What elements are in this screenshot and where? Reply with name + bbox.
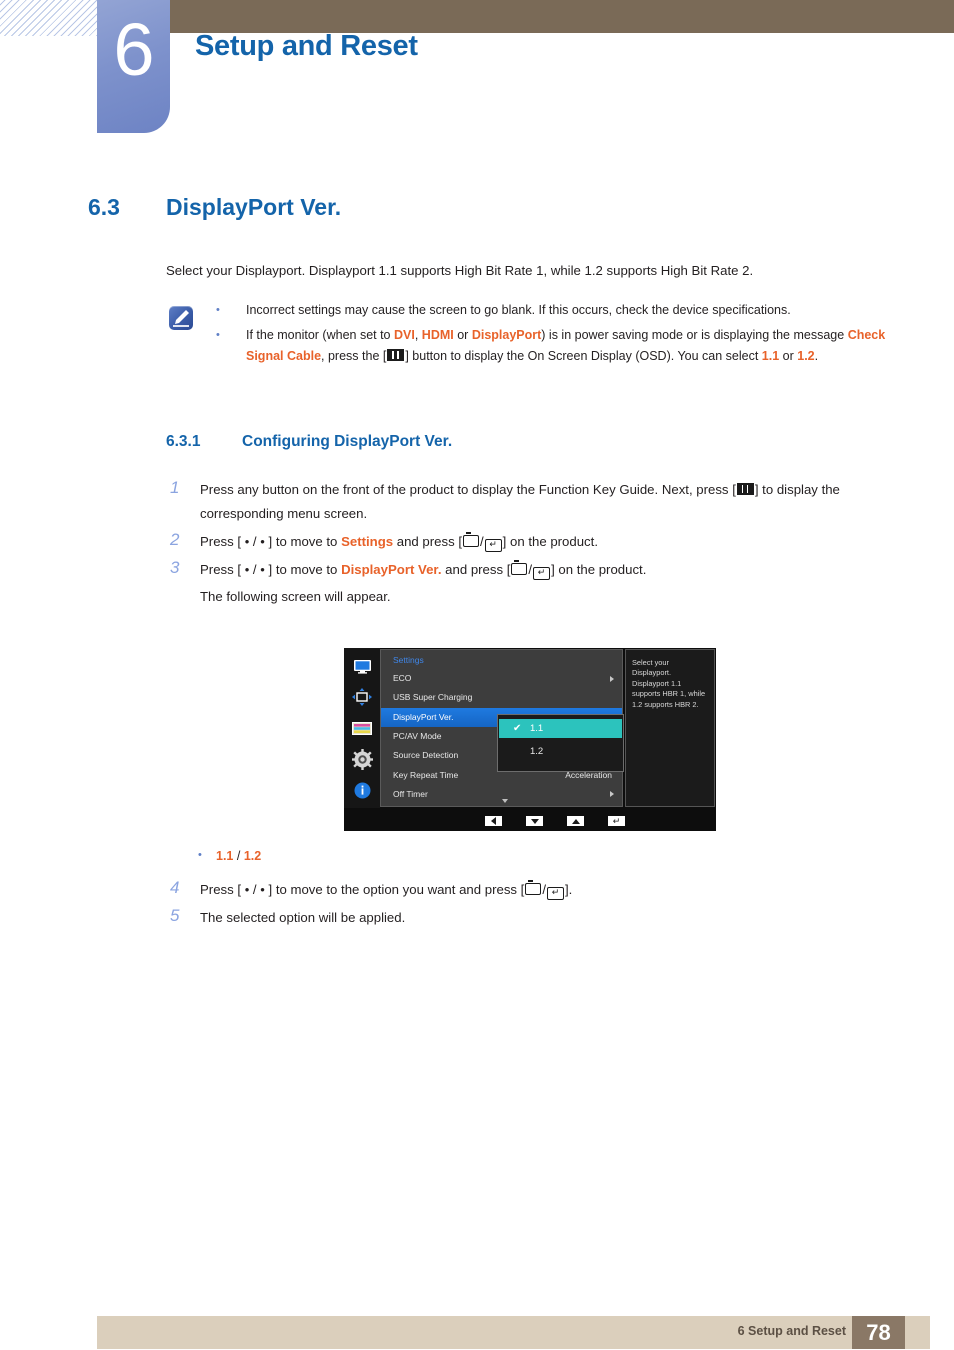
step-subtext: The following screen will appear. (200, 589, 391, 604)
osd-submenu-option-label: 1.1 (530, 723, 544, 734)
highlighted-term: Check Signal Cable (246, 327, 886, 364)
down-arrow-icon (530, 818, 539, 824)
info-icon (344, 774, 380, 806)
note-bullet-text: If the monitor (when set to DVI, HDMI or… (246, 327, 886, 364)
highlighted-term: DisplayPort Ver. (341, 562, 442, 577)
back-key-icon (511, 560, 528, 575)
step-number: 1 (170, 478, 180, 497)
step-number: 4 (170, 878, 180, 897)
osd-description-panel: Select your Displayport. Displayport 1.1… (625, 649, 715, 807)
dot-key-icon: • (244, 534, 250, 549)
osd-menu-title: Settings (393, 655, 424, 665)
back-key-icon (525, 880, 542, 895)
note-block: Incorrect settings may cause the screen … (166, 300, 906, 371)
decorative-hatch-pattern (0, 0, 97, 36)
enter-button[interactable]: ↵ (608, 816, 625, 826)
step-item: 3 Press [ • / • ] to move to DisplayPort … (166, 558, 906, 609)
note-bullet-item: If the monitor (when set to DVI, HDMI or… (166, 325, 906, 368)
highlighted-term: HDMI (421, 327, 454, 342)
note-bullet-text: Incorrect settings may cause the screen … (246, 303, 791, 317)
osd-icon-column (344, 648, 380, 808)
osd-submenu-option[interactable]: 1.2 (499, 742, 622, 761)
osd-row-label: Off Timer (393, 788, 428, 799)
osd-menu-row[interactable]: USB Super Charging (381, 688, 622, 707)
step-item: 4 Press [ • / • ] to move to the option y… (166, 878, 906, 902)
step-number: 5 (170, 906, 180, 925)
checkmark-icon: ✔ (513, 723, 522, 734)
chevron-right-icon (610, 675, 614, 682)
step-item: 1 Press any button on the front of the pr… (166, 478, 906, 526)
enter-key-icon: ↵ (547, 887, 565, 900)
down-arrow-button[interactable] (526, 816, 543, 826)
menu-key-icon (387, 349, 405, 361)
up-arrow-button[interactable] (567, 816, 584, 826)
osd-menu-row[interactable]: ECO (381, 669, 622, 688)
osd-row-label: USB Super Charging (393, 692, 473, 703)
monitor-icon (344, 650, 380, 682)
step-number: 3 (170, 558, 180, 577)
option-value-b: 1.2 (243, 849, 262, 863)
step-item: 5 The selected option will be applied. (166, 906, 906, 930)
highlighted-term: DVI (394, 327, 415, 342)
chevron-right-icon (610, 791, 614, 798)
step-text: Press [ • / • ] to move to Settings and … (200, 532, 598, 552)
step-text: Press [ • / • ] to move to DisplayPort V… (200, 560, 646, 580)
back-arrow-button[interactable] (485, 816, 502, 826)
option-value-a: 1.1 (216, 849, 234, 863)
header-brown-bar (170, 0, 954, 33)
step-text: The selected option will be applied. (200, 910, 406, 925)
page-number-box: 78 (852, 1316, 905, 1349)
menu-key-icon (736, 483, 754, 495)
option-separator: / (233, 849, 244, 863)
subsection-title: Configuring DisplayPort Ver. (242, 433, 453, 450)
osd-submenu-panel: ✔ 1.1 1.2 (497, 714, 624, 772)
section-number: 6.3 (88, 194, 120, 220)
enter-key-icon: ↵ (484, 539, 502, 552)
back-key-icon (463, 532, 479, 547)
steps-list-part2: 4 Press [ • / • ] to move to the option y… (166, 878, 906, 934)
subsection-number: 6.3.1 (166, 433, 201, 450)
osd-menu-screenshot: Settings ECO USB Super Charging DisplayPor… (344, 648, 716, 831)
step-item: 2 Press [ • / • ] to move to Settings and… (166, 530, 906, 554)
enter-icon: ↵ (612, 815, 621, 826)
osd-row-label: PC/AV Mode (393, 730, 442, 741)
chapter-title: Setup and Reset (195, 30, 418, 62)
dot-key-icon: • (244, 562, 250, 577)
note-bullet-item: Incorrect settings may cause the screen … (166, 300, 906, 322)
osd-row-label: ECO (393, 673, 412, 683)
highlighted-term: Settings (341, 534, 394, 549)
pip-icon (344, 712, 380, 744)
osd-row-label: Key Repeat Time (393, 769, 459, 780)
osd-row-label: Source Detection (393, 750, 459, 761)
up-arrow-icon (571, 818, 580, 824)
step-number: 2 (170, 530, 180, 549)
section-intro-paragraph: Select your Displayport. Displayport 1.1… (166, 263, 754, 278)
gear-icon (344, 743, 380, 775)
highlighted-term: 1.2 (797, 349, 815, 363)
dot-key-icon: • (260, 562, 265, 577)
osd-footer-bar: ↵ (344, 811, 716, 831)
highlighted-term: DisplayPort (471, 327, 542, 342)
page-title: DisplayPort Ver. (166, 194, 342, 220)
enter-key-icon: ↵ (533, 567, 551, 580)
highlighted-term: 1.1 (761, 349, 780, 363)
osd-submenu-option[interactable]: ✔ 1.1 (499, 719, 622, 738)
subsection-heading: 6.3.1 Configuring DisplayPort Ver. (166, 433, 452, 451)
dot-key-icon: • (244, 882, 250, 897)
left-arrow-icon (491, 817, 496, 825)
dot-key-icon: • (260, 534, 265, 549)
option-values-bullet: 1.1 / 1.2 (198, 849, 262, 863)
step-text: Press any button on the front of the pro… (200, 482, 840, 521)
step-text: Press [ • / • ] to move to the option yo… (200, 880, 572, 900)
picture-size-icon (344, 681, 380, 713)
osd-submenu-option-label: 1.2 (530, 746, 544, 757)
dot-key-icon: • (260, 882, 265, 897)
note-bullet-list: Incorrect settings may cause the screen … (166, 300, 906, 368)
footer-chapter-label: 6 Setup and Reset (737, 1324, 846, 1338)
steps-list-part1: 1 Press any button on the front of the pr… (166, 478, 906, 613)
chapter-number-badge: 6 (97, 0, 170, 133)
osd-menu-row[interactable]: Off Timer (381, 785, 622, 804)
osd-row-label: DisplayPort Ver. (393, 711, 454, 722)
